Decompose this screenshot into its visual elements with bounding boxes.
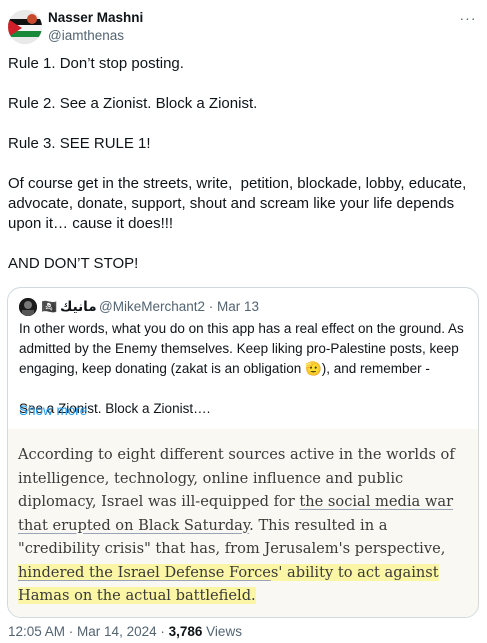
- saluting-face-emoji: 🫡: [304, 361, 322, 376]
- quoted-tweet-header: 🏴‍☠️ مانيك @MikeMerchant2 · Mar 13: [19, 297, 469, 317]
- tweet-blank-line: [8, 74, 478, 94]
- tweet-text: Rule 1. Don’t stop posting. Rule 2. See …: [8, 54, 478, 274]
- quoted-text-part: ), and remember -: [321, 361, 430, 376]
- article-text: According to eight different sources act…: [18, 443, 470, 608]
- tweet-line: Of course get in the streets, write, pet…: [8, 175, 471, 232]
- tweet-line: Rule 3. SEE RULE 1!: [8, 135, 151, 152]
- quoted-blank-line: [19, 379, 467, 399]
- quoted-tweet[interactable]: 🏴‍☠️ مانيك @MikeMerchant2 · Mar 13 In ot…: [7, 287, 479, 618]
- show-more-link[interactable]: Show more: [19, 403, 87, 418]
- quoted-avatar[interactable]: [19, 298, 37, 316]
- quoted-avatar-image: [19, 298, 37, 316]
- tweet-line: Rule 2. See a Zionist. Block a Zionist.: [8, 95, 258, 112]
- quoted-author-name[interactable]: مانيك: [60, 297, 97, 317]
- quoted-author-handle[interactable]: @MikeMerchant2: [99, 299, 205, 314]
- tweet-header: Nasser Mashni @iamthenas ···: [8, 8, 479, 46]
- quoted-date[interactable]: Mar 13: [217, 299, 259, 314]
- tweet-date[interactable]: Mar 14, 2024: [77, 624, 157, 639]
- avatar-flag-image: [8, 10, 42, 44]
- article-highlighted-link: hindered the Israel Defense Force: [18, 563, 271, 581]
- views-count: 3,786: [168, 624, 203, 639]
- tweet-line: AND DON’T STOP!: [8, 255, 139, 272]
- author-display-name[interactable]: Nasser Mashni: [48, 10, 143, 25]
- views-label: Views: [206, 624, 242, 639]
- more-options-icon[interactable]: ···: [457, 8, 479, 30]
- quoted-article-image[interactable]: According to eight different sources act…: [8, 429, 478, 617]
- tweet-line: Rule 1. Don’t stop posting.: [8, 55, 184, 72]
- tweet-blank-line: [8, 234, 478, 254]
- tweet-time[interactable]: 12:05 AM: [8, 624, 65, 639]
- pirate-flag-icon: 🏴‍☠️: [41, 299, 58, 314]
- tweet-blank-line: [8, 114, 478, 134]
- tweet-blank-line: [8, 154, 478, 174]
- author-handle[interactable]: @iamthenas: [48, 28, 124, 43]
- avatar[interactable]: [8, 10, 42, 44]
- tweet-meta: 12:05 AM · Mar 14, 2024 · 3,786 Views: [8, 624, 242, 639]
- quoted-handle-date: @MikeMerchant2 · Mar 13: [99, 299, 260, 314]
